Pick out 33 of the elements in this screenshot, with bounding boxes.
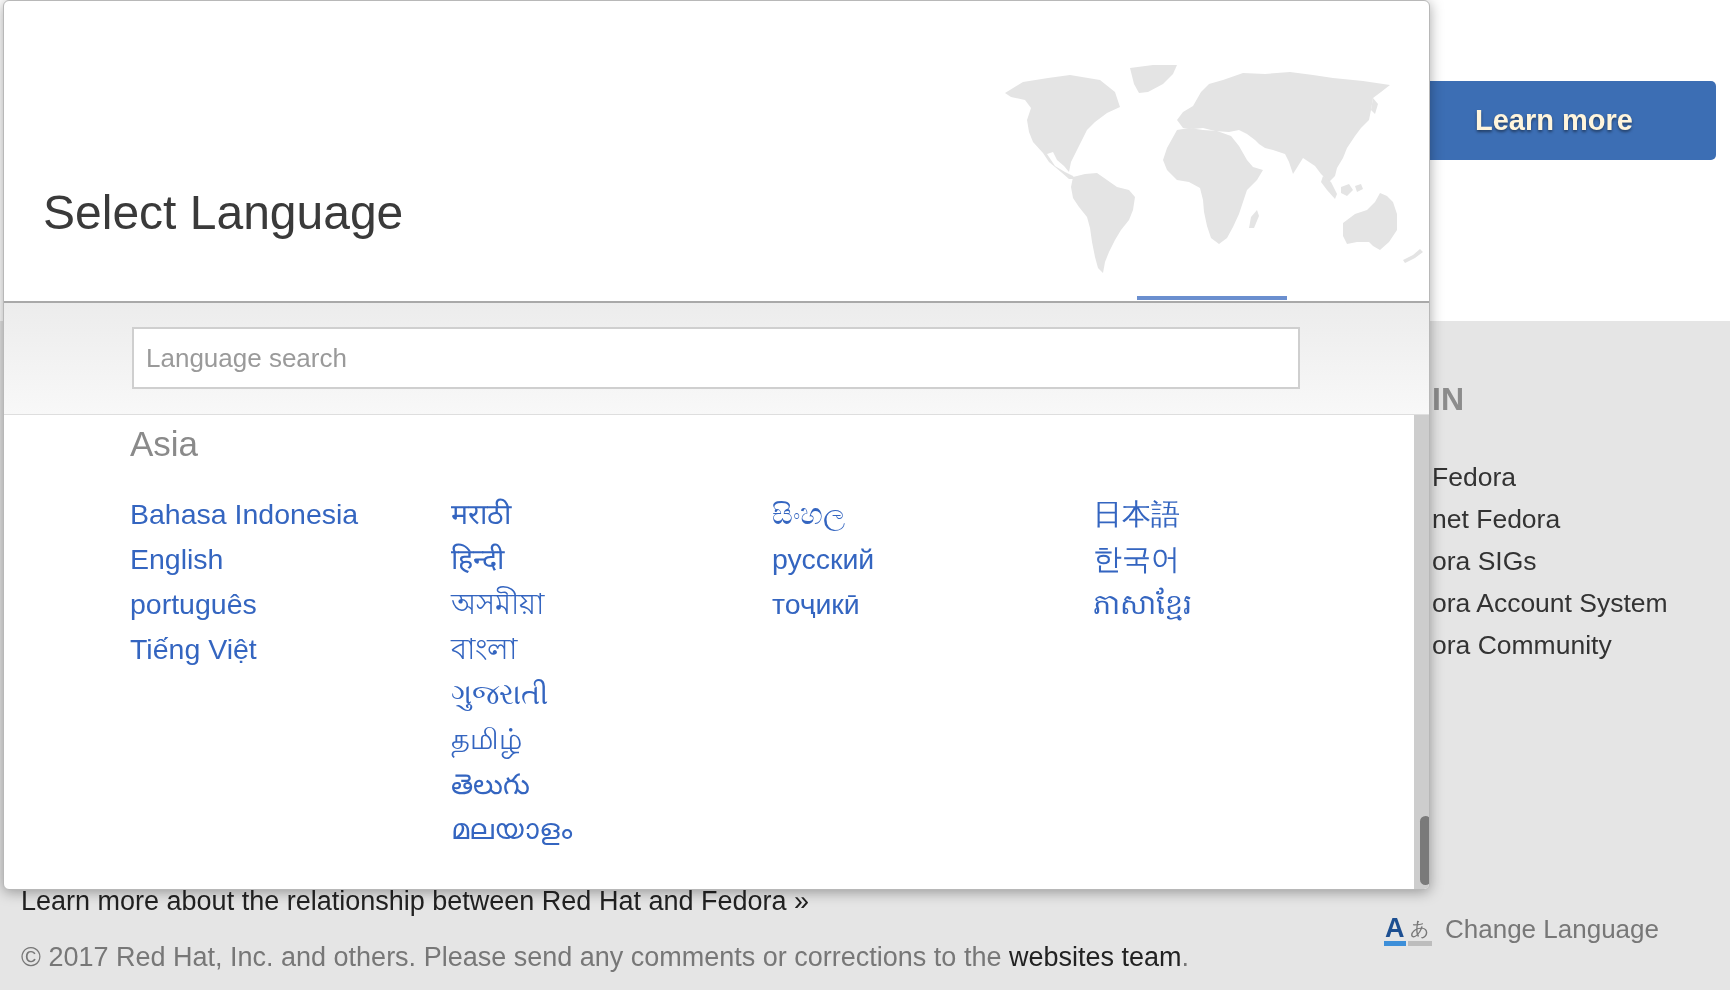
section-heading: IN (1432, 381, 1464, 417)
sidebar-link[interactable]: Fedora (1432, 456, 1516, 498)
language-link[interactable]: ភាសាខ្មែរ (1093, 582, 1192, 627)
change-language-link[interactable]: Change Language (1445, 914, 1659, 944)
copyright-text: © 2017 Red Hat, Inc. and others. Please send any comments or corrections to the websites team. (21, 942, 1189, 972)
language-link[interactable]: தமிழ் (451, 717, 522, 762)
language-link[interactable]: тоҷикӣ (772, 582, 860, 627)
language-link[interactable]: русский (772, 537, 875, 582)
language-link[interactable]: తెలుగు (451, 762, 530, 807)
websites-team-link[interactable]: websites team (1008, 942, 1182, 972)
language-link[interactable]: മലയാളം (451, 807, 572, 852)
learn-more-button[interactable]: Learn more (1430, 81, 1716, 160)
language-link[interactable]: සිංහල (772, 492, 845, 537)
sidebar-link[interactable]: ora Community (1432, 624, 1612, 666)
search-field[interactable]: Language search (132, 327, 1300, 389)
language-link[interactable]: मराठी (451, 492, 511, 537)
language-link[interactable]: português (130, 582, 257, 627)
language-link[interactable]: Tiếng Việt (130, 627, 257, 672)
region-heading: Asia (130, 423, 199, 465)
relationship-link[interactable]: Learn more about the relationship between Red Hat and Fedora » (21, 886, 809, 916)
sidebar-link[interactable]: net Fedora (1432, 498, 1561, 540)
dialog-title: Select Language (43, 185, 404, 241)
language-link[interactable]: ગુજરાતી (451, 672, 548, 717)
language-link[interactable]: हिन्दी (451, 537, 504, 582)
sidebar-link[interactable]: ora Account System (1432, 582, 1668, 624)
language-link[interactable]: Bahasa Indonesia (130, 492, 359, 537)
language-link[interactable]: 한국어 (1093, 537, 1180, 582)
scrollbar-thumb[interactable] (1420, 816, 1429, 885)
language-link[interactable]: অসমীয়া (451, 582, 544, 627)
sidebar-link[interactable]: ora SIGs (1432, 540, 1537, 582)
language-link[interactable]: 日本語 (1093, 492, 1180, 537)
language-link[interactable]: English (130, 537, 224, 582)
language-link[interactable]: বাংলা (451, 627, 517, 672)
